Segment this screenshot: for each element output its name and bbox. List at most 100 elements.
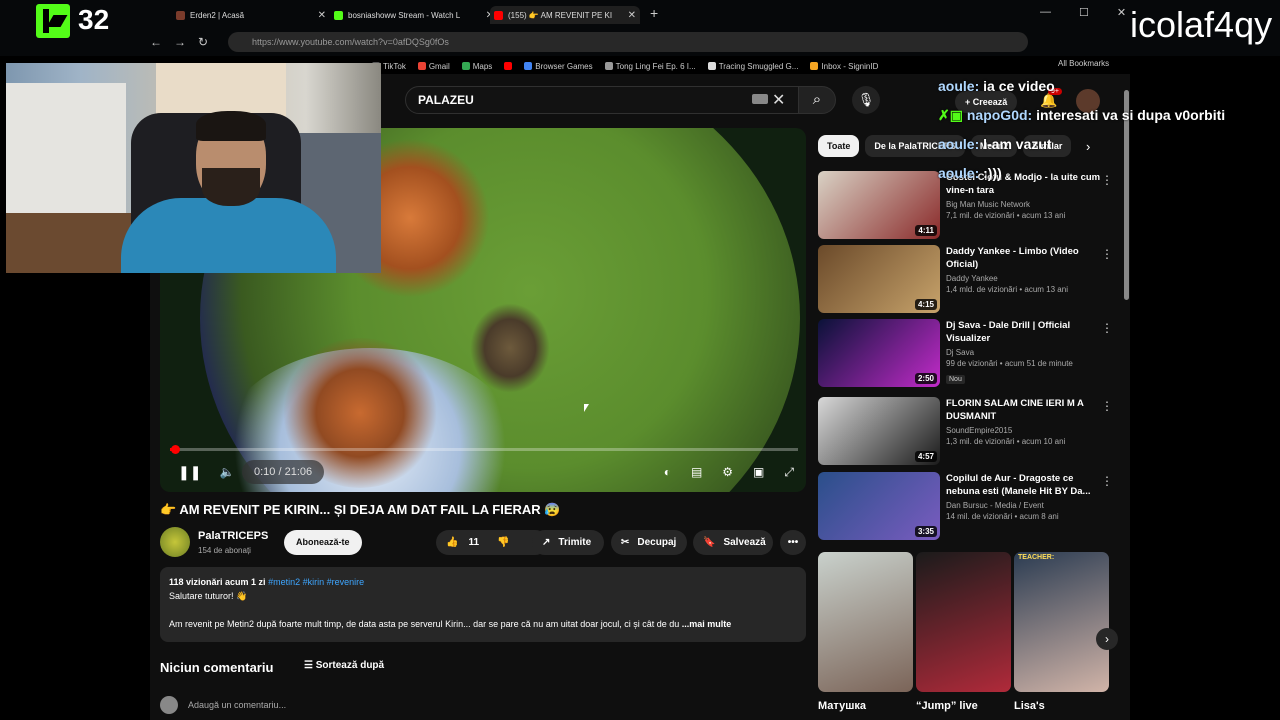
- comments-header: Niciun comentariu: [160, 660, 274, 675]
- reload-icon[interactable]: ↻: [198, 35, 208, 49]
- chevron-right-icon[interactable]: ›: [1096, 628, 1118, 650]
- short-thumbnail[interactable]: TEACHER:: [1014, 552, 1109, 692]
- sort-icon: ☰: [304, 660, 313, 671]
- short-title[interactable]: Lisa's: [1014, 700, 1045, 712]
- time-display: 0:10 / 21:06: [242, 460, 325, 484]
- maximize-icon[interactable]: ☐: [1079, 6, 1089, 19]
- clip-button[interactable]: ✂ Decupaj: [611, 530, 687, 555]
- subtitles-icon[interactable]: ▤: [691, 465, 702, 479]
- chat-handle: icolaf4qy: [1130, 4, 1273, 45]
- all-bookmarks[interactable]: All Bookmarks: [1058, 59, 1109, 68]
- video-thumbnail[interactable]: 2:50: [818, 319, 940, 387]
- short-title[interactable]: Матушка: [818, 700, 866, 712]
- browser-tab-erden[interactable]: Erden2 | Acasă ✕: [176, 6, 326, 24]
- search-input[interactable]: PALAZEU: [405, 86, 800, 114]
- address-bar[interactable]: https://www.youtube.com/watch?v=0afDQSg0…: [228, 32, 1028, 52]
- duration-badge: 2:50: [914, 373, 937, 384]
- minimize-icon[interactable]: —: [1040, 6, 1051, 19]
- viewer-count: 32: [78, 4, 110, 35]
- short-thumbnail[interactable]: [916, 552, 1011, 692]
- tab-label: Erden2 | Acasă: [190, 10, 245, 20]
- fullscreen-icon[interactable]: ⤢: [784, 465, 794, 480]
- moderator-badge-icon: ✗▣: [938, 107, 963, 123]
- short-thumbnail[interactable]: [818, 552, 913, 692]
- video-thumbnail[interactable]: 3:35: [818, 472, 940, 540]
- new-tab-icon[interactable]: +: [650, 5, 658, 21]
- scrubber-handle[interactable]: [171, 445, 180, 454]
- more-vert-icon[interactable]: ⋮: [1101, 474, 1113, 488]
- bookmark-gmail[interactable]: Gmail: [417, 62, 450, 71]
- list-item[interactable]: 4:11 Costel Ciofu & Modjo - la uite cum …: [818, 171, 1118, 239]
- youtube-favicon-icon: [494, 10, 503, 20]
- more-vert-icon[interactable]: ⋮: [1101, 173, 1113, 187]
- like-button[interactable]: 👍 11: [446, 530, 479, 555]
- video-thumbnail[interactable]: 4:57: [818, 397, 940, 465]
- close-icon[interactable]: ✕: [628, 10, 636, 21]
- video-title: Daddy Yankee - Limbo (Video Oficial): [946, 246, 1079, 270]
- share-button[interactable]: ↗ Trimite: [532, 530, 604, 555]
- clear-search-icon[interactable]: ✕: [772, 90, 785, 110]
- bookmark-browser-games[interactable]: Browser Games: [524, 62, 593, 71]
- video-thumbnail[interactable]: 4:15: [818, 245, 940, 313]
- keyboard-icon[interactable]: [752, 94, 768, 104]
- autoplay-toggle-icon[interactable]: ◐: [664, 465, 671, 479]
- video-title: Copilul de Aur - Dragoste ce nebuna esti…: [946, 473, 1091, 497]
- forward-icon[interactable]: →: [174, 35, 186, 49]
- volume-icon[interactable]: 🔈: [219, 465, 234, 479]
- progress-bar[interactable]: [170, 448, 798, 451]
- save-button[interactable]: 🔖 Salvează: [693, 530, 773, 555]
- pause-icon[interactable]: ❚❚: [178, 464, 201, 481]
- search-button[interactable]: ⌕: [798, 86, 836, 114]
- channel-name: Dan Bursuc - Media / Event: [946, 501, 1044, 510]
- miniplayer-icon[interactable]: ▣: [753, 465, 764, 479]
- video-meta: 14 mil. de vizionări • acum 8 ani: [946, 512, 1059, 521]
- subscriber-count: 154 de abonați: [198, 546, 251, 555]
- browser-tab-youtube[interactable]: (155) 👉 AM REVENIT PE KI ✕: [490, 6, 640, 24]
- channel-name: Daddy Yankee: [946, 274, 998, 283]
- short-title[interactable]: “Jump” live: [916, 700, 978, 712]
- channel-avatar[interactable]: [160, 527, 190, 557]
- list-item[interactable]: 2:50 Dj Sava - Dale Drill | Official Vis…: [818, 319, 1118, 387]
- bookmark-inbox[interactable]: Inbox - SigninID: [810, 62, 878, 71]
- settings-gear-icon[interactable]: ⚙: [722, 465, 733, 479]
- bookmark-maps[interactable]: Maps: [461, 62, 492, 71]
- video-title: Dj Sava - Dale Drill | Official Visualiz…: [946, 320, 1071, 344]
- duration-badge: 4:57: [914, 451, 937, 462]
- sort-button[interactable]: ☰ Sortează după: [304, 660, 384, 671]
- more-vert-icon[interactable]: ⋮: [1101, 321, 1113, 335]
- show-more-link[interactable]: ...mai multe: [682, 619, 732, 629]
- duration-badge: 4:11: [915, 225, 937, 236]
- chip-all[interactable]: Toate: [818, 135, 860, 157]
- back-icon[interactable]: ←: [150, 35, 162, 49]
- list-item[interactable]: 4:15 Daddy Yankee - Limbo (Video Oficial…: [818, 245, 1118, 313]
- kick-logo-icon: [36, 4, 70, 38]
- more-vert-icon[interactable]: ⋮: [1101, 247, 1113, 261]
- video-title: FLORIN SALAM CINE IERI M A DUSMANIT: [946, 398, 1084, 422]
- mic-icon[interactable]: 🎙: [852, 86, 880, 114]
- site-icon: [604, 62, 613, 70]
- streamer-webcam: [6, 63, 381, 273]
- dislike-button[interactable]: 👎: [497, 530, 509, 555]
- bookmark-tracing[interactable]: Tracing Smuggled G...: [707, 62, 798, 71]
- list-item[interactable]: 4:57 FLORIN SALAM CINE IERI M A DUSMANIT…: [818, 397, 1118, 465]
- video-meta: 1,3 mil. de vizionări • acum 10 ani: [946, 437, 1066, 446]
- tab-label: bosniashoww Stream - Watch L: [348, 10, 461, 20]
- hashtags[interactable]: #metin2 #kirin #revenire: [268, 577, 364, 587]
- channel-name[interactable]: PalaTRICEPS: [198, 530, 268, 542]
- subscribe-button[interactable]: Abonează-te: [284, 530, 362, 555]
- new-badge: Nou: [946, 375, 965, 384]
- window-controls: — ☐ ✕: [1040, 6, 1126, 19]
- more-actions-icon[interactable]: •••: [780, 530, 806, 555]
- video-thumbnail[interactable]: 4:11: [818, 171, 940, 239]
- bookmark-youtube[interactable]: [504, 62, 513, 70]
- bookmark-tong-ling-fei[interactable]: Tong Ling Fei Ep. 6 I...: [604, 62, 696, 71]
- close-window-icon[interactable]: ✕: [1117, 6, 1126, 19]
- close-icon[interactable]: ✕: [318, 10, 326, 21]
- add-comment-field[interactable]: Adaugă un comentariu...: [160, 696, 286, 714]
- list-item[interactable]: 3:35 Copilul de Aur - Dragoste ce nebuna…: [818, 472, 1118, 540]
- chevron-right-icon[interactable]: ›: [1086, 139, 1090, 154]
- description-box[interactable]: 118 vizionări acum 1 zi #metin2 #kirin #…: [160, 567, 806, 642]
- tab-label: (155) 👉 AM REVENIT PE KI: [508, 10, 613, 20]
- browser-tab-kick[interactable]: bosniashoww Stream - Watch L ✕: [334, 6, 494, 24]
- more-vert-icon[interactable]: ⋮: [1101, 399, 1113, 413]
